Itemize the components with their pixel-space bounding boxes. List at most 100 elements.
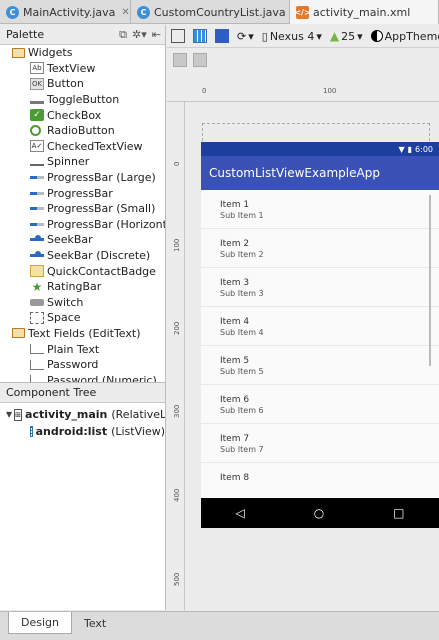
zoom-actual-icon[interactable]: [193, 53, 207, 67]
list-item[interactable]: Item 4 Sub Item 4: [201, 307, 439, 346]
tab-design[interactable]: Design: [8, 612, 72, 634]
item-title: Item 1: [220, 200, 250, 210]
item-title: Item 3: [220, 278, 250, 288]
design-surface-icon[interactable]: [171, 29, 185, 43]
palette-item-progressbar-horizontal[interactable]: ProgressBar (Horizontal): [0, 217, 165, 233]
palette-item-label: ProgressBar (Horizontal): [47, 217, 166, 231]
list-item[interactable]: Item 7 Sub Item 7: [201, 424, 439, 463]
device-label: Nexus 4: [269, 29, 315, 43]
navigation-bar: ◁ ○ □: [201, 498, 439, 528]
item-title: Item 5: [220, 356, 250, 366]
component-tree-panel: Component Tree ▼ ⊞ activity_main (Relati…: [0, 382, 166, 610]
ruler-tick: 0: [202, 87, 207, 95]
recents-icon[interactable]: □: [393, 506, 404, 520]
palette-item-spinner[interactable]: Spinner: [0, 154, 165, 170]
palette-item-label: CheckBox: [47, 108, 102, 122]
blueprint-icon[interactable]: [215, 29, 229, 43]
component-tree-header: Component Tree: [0, 383, 165, 403]
vertical-ruler: 0 100 200 300 400 500: [167, 102, 185, 610]
theme-dropdown[interactable]: AppTheme: [370, 30, 439, 43]
tab-label: activity_main.xml: [313, 5, 411, 19]
ruler-tick: 100: [173, 238, 181, 252]
list-item[interactable]: Item 2 Sub Item 2: [201, 229, 439, 268]
space-icon: [30, 311, 44, 324]
device-preview[interactable]: ▼ ▮ 6:00 CustomListViewExampleApp Item 1…: [201, 142, 439, 528]
tree-node-android-list[interactable]: android:list (ListView): [0, 423, 165, 440]
list-item[interactable]: Item 6 Sub Item 6: [201, 385, 439, 424]
ruler-tick: 400: [173, 488, 181, 502]
hide-panel-icon[interactable]: ⇤: [152, 28, 161, 42]
blueprint-grid-icon[interactable]: [193, 29, 207, 43]
xml-file-icon: </>: [294, 5, 311, 19]
palette-item-space[interactable]: Space: [0, 310, 165, 326]
button-icon: OK: [30, 77, 44, 90]
palette-item-plain-text[interactable]: Plain Text: [0, 341, 165, 357]
device-dropdown[interactable]: ▯ Nexus 4 ▾: [262, 30, 322, 43]
category-label: Widgets: [28, 46, 73, 60]
list-item[interactable]: Item 3 Sub Item 3: [201, 268, 439, 307]
orientation-dropdown[interactable]: ⟳ ▾: [237, 30, 254, 43]
component-tree-title: Component Tree: [6, 386, 97, 399]
palette-item-password[interactable]: Password: [0, 357, 165, 373]
close-icon[interactable]: ✕: [121, 7, 129, 18]
list-item[interactable]: Item 1 Sub Item 1: [201, 190, 439, 229]
tab-text[interactable]: Text: [72, 612, 118, 634]
palette-item-label: CheckedTextView: [47, 139, 143, 153]
list-item[interactable]: Item 8: [201, 463, 439, 490]
edittext-icon: [30, 359, 44, 370]
tab-activity-main-xml[interactable]: </> activity_main.xml: [290, 0, 439, 24]
palette-item-togglebutton[interactable]: ToggleButton: [0, 92, 165, 108]
palette-list: Widgets Ab TextView OK Button ToggleButton…: [0, 45, 165, 382]
tab-mainactivity[interactable]: C MainActivity.java ✕: [0, 0, 131, 24]
palette-item-quickcontactbadge[interactable]: QuickContactBadge: [0, 263, 165, 279]
contact-badge-icon: [30, 265, 44, 278]
item-subtitle: Sub Item 3: [220, 289, 264, 298]
togglebutton-icon: [30, 96, 44, 104]
tree-node-id: activity_main: [25, 408, 108, 421]
palette-item-radiobutton[interactable]: RadioButton: [0, 123, 165, 139]
palette-item-ratingbar[interactable]: ★ RatingBar: [0, 279, 165, 295]
back-icon[interactable]: ◁: [235, 506, 244, 520]
palette-item-label: ProgressBar (Large): [47, 171, 156, 185]
item-title: Item 7: [220, 434, 250, 444]
item-title: Item 4: [220, 317, 250, 327]
list-item[interactable]: Item 5 Sub Item 5: [201, 346, 439, 385]
expand-triangle-icon[interactable]: ▼: [6, 410, 12, 419]
tab-label: CustomCountryList.java: [154, 5, 286, 19]
palette-item-checkedtextview[interactable]: A✓ CheckedTextView: [0, 139, 165, 155]
list-view[interactable]: Item 1 Sub Item 1 Item 2 Sub Item 2 Item 3…: [201, 190, 439, 490]
seekbar-icon: [30, 251, 44, 258]
tree-node-type: (ListView): [111, 425, 165, 438]
app-title: CustomListViewExampleApp: [209, 166, 380, 180]
palette-item-progressbar[interactable]: ProgressBar: [0, 185, 165, 201]
collapse-icon[interactable]: ⧉: [119, 28, 127, 42]
palette-category-text-fields[interactable]: Text Fields (EditText): [0, 326, 165, 342]
palette-item-progressbar-small[interactable]: ProgressBar (Small): [0, 201, 165, 217]
palette-category-widgets[interactable]: Widgets: [0, 45, 165, 61]
scrollbar[interactable]: [429, 195, 431, 366]
phone-icon: ▯: [261, 29, 268, 43]
palette-title: Palette: [6, 28, 45, 41]
ruler-tick: 100: [323, 87, 337, 95]
theme-icon: [370, 30, 383, 42]
spinner-icon: [30, 158, 44, 166]
palette-item-button[interactable]: OK Button: [0, 76, 165, 92]
checkbox-icon: ✓: [30, 109, 44, 122]
zoom-fit-icon[interactable]: [173, 53, 187, 67]
api-dropdown[interactable]: ▲ 25 ▾: [330, 29, 363, 43]
palette-item-checkbox[interactable]: ✓ CheckBox: [0, 107, 165, 123]
tree-node-activity-main[interactable]: ▼ ⊞ activity_main (RelativeLayout): [0, 406, 165, 423]
tab-customcountrylist[interactable]: C CustomCountryList.java ✕: [131, 0, 290, 24]
palette-item-password-numeric[interactable]: Password (Numeric): [0, 372, 165, 382]
category-label: Text Fields (EditText): [28, 326, 141, 340]
palette-item-seekbar-discrete[interactable]: SeekBar (Discrete): [0, 248, 165, 264]
android-icon: ▲: [329, 29, 340, 43]
palette-item-textview[interactable]: Ab TextView: [0, 61, 165, 77]
item-subtitle: Sub Item 4: [220, 328, 264, 337]
palette-item-seekbar[interactable]: SeekBar: [0, 232, 165, 248]
palette-item-progressbar-large[interactable]: ProgressBar (Large): [0, 170, 165, 186]
home-icon[interactable]: ○: [314, 506, 324, 520]
gear-icon[interactable]: ✲▾: [132, 28, 147, 42]
palette-item-label: ProgressBar (Small): [47, 202, 156, 216]
palette-item-switch[interactable]: Switch: [0, 295, 165, 311]
